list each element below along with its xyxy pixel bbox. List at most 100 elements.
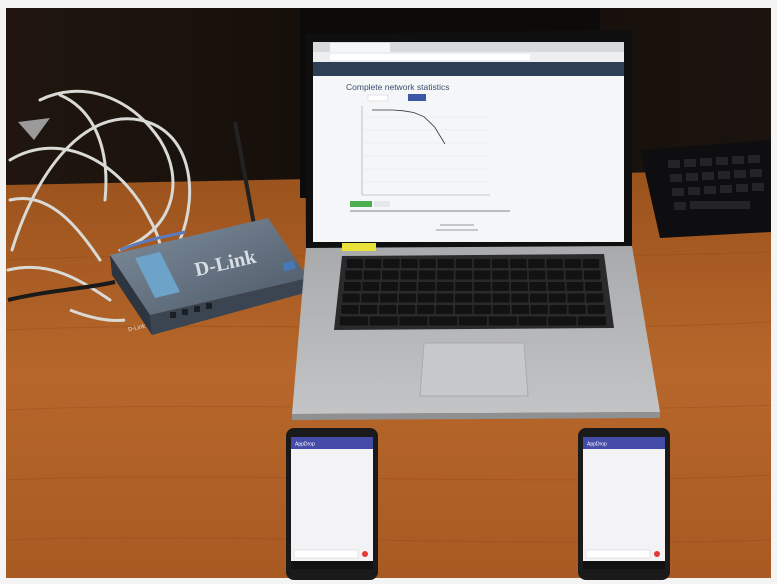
app-navbar [313,62,624,76]
laptop-key [379,305,397,314]
laptop-key [511,305,529,314]
laptop-key [417,305,435,314]
phone-message-input[interactable] [585,549,651,559]
laptop-key [510,282,528,291]
laptop-key [436,293,454,303]
laptop-key [380,293,398,303]
laptop-key [455,270,473,280]
laptop-key [381,282,398,291]
laptop-key [546,259,563,268]
phone-message-input[interactable] [293,549,359,559]
smartphone-left: AppDrop [286,428,378,580]
laptop-key [473,270,491,280]
phone-app-title: AppDrop [295,442,315,448]
laptop-key [510,259,527,268]
laptop-key [548,293,566,303]
laptop-key [399,316,428,326]
laptop-key [399,282,417,291]
laptop-key [369,316,398,326]
laptop-key [454,305,473,314]
filter-select[interactable] [367,94,389,102]
laptop-key [565,270,583,280]
update-button[interactable] [408,94,426,101]
laptop-key [529,282,547,291]
laptop-key [383,259,400,268]
laptop-key [492,293,510,303]
laptop-key [436,282,454,291]
laptop-display: Complete network statistics [313,42,624,242]
desk-photo: D-Link D-Link Complete network statistic… [0,0,777,584]
laptop-key [548,282,565,291]
laptop-key [564,259,581,268]
laptop-key [518,316,547,326]
yellow-sticky-note [342,243,376,251]
laptop-key [362,282,380,291]
smartphone-right: AppDrop [578,428,670,580]
laptop-key [455,259,473,268]
laptop-key [586,293,604,303]
laptop-key [401,259,418,268]
laptop-key [455,293,473,303]
laptop-key [364,259,382,268]
footer-text-line-2 [436,229,478,231]
laptop-trackpad [419,342,529,397]
laptop-key [437,259,454,268]
phone-send-icon[interactable] [654,551,660,557]
secondary-button[interactable] [374,201,390,207]
info-text-line [350,210,510,212]
phone-nav-bar [291,561,373,569]
laptop-key [582,259,600,268]
laptop-key [530,293,548,303]
laptop-key [417,293,435,303]
laptop-key [473,305,492,314]
laptop-key [400,270,418,280]
laptop: Complete network statistics [292,30,660,420]
laptop-key [585,282,602,291]
laptop-key [339,316,368,326]
phone-app-title: AppDrop [587,442,607,448]
laptop-key [361,293,379,303]
laptop-key [548,316,577,326]
laptop-key [473,259,491,268]
laptop-key [458,316,488,326]
laptop-key [455,282,473,291]
laptop-key [473,282,491,291]
laptop-key [547,270,564,280]
laptop-key [488,316,517,326]
laptop-key [528,270,546,280]
phone-nav-bar [583,561,665,569]
laptop-key [398,305,416,314]
phone-send-icon[interactable] [362,551,368,557]
external-keyboard [640,140,771,238]
laptop-key [587,305,605,314]
laptop-key [568,305,586,314]
green-action-button[interactable] [350,201,372,207]
browser-tab[interactable] [330,43,390,52]
laptop-key [341,305,359,314]
laptop-key [566,282,584,291]
laptop-key [492,305,510,314]
phone-screen [583,437,665,569]
laptop-key [491,259,509,268]
laptop-key [429,316,458,326]
laptop-key [382,270,399,280]
laptop-key [473,293,491,303]
laptop-key [346,259,364,268]
laptop-key [344,282,361,291]
laptop-key [418,282,436,291]
phone-screen [291,437,373,569]
laptop-key [435,305,454,314]
laptop-key [418,270,436,280]
laptop-key [567,293,585,303]
laptop-key [492,282,510,291]
footer-text-line [440,224,474,226]
laptop-key [530,305,548,314]
laptop-key [549,305,567,314]
laptop-key [419,259,436,268]
laptop-key [437,270,454,280]
laptop-key [511,293,529,303]
laptop-key [578,316,607,326]
laptop-key [528,259,545,268]
laptop-key [363,270,381,280]
laptop-key [342,293,360,303]
